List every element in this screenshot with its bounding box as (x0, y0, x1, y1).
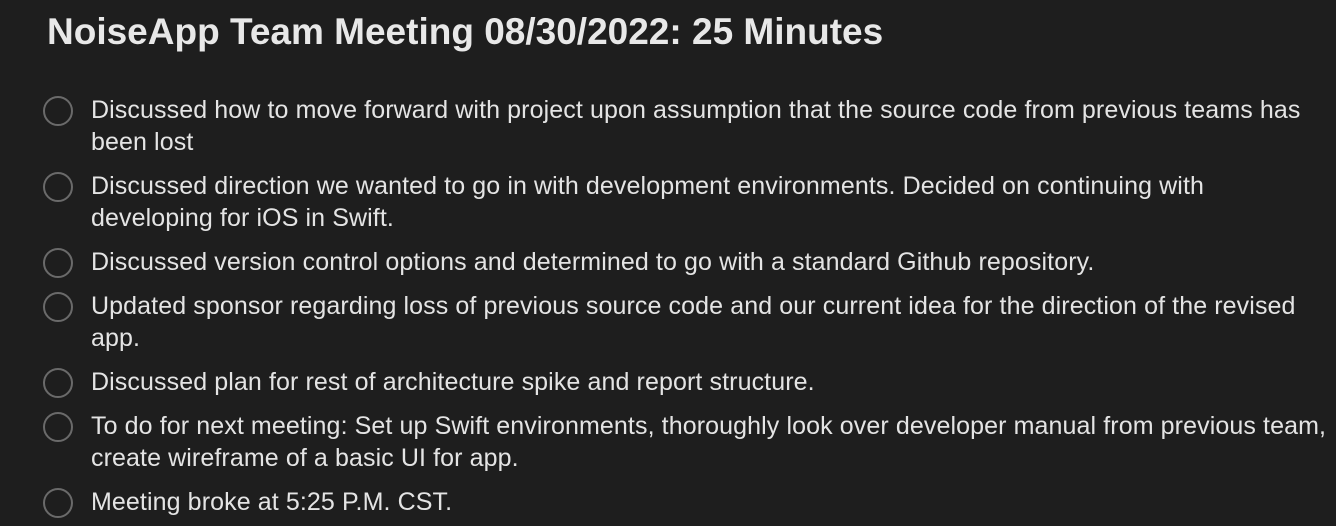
checkbox-circle-icon[interactable] (43, 368, 73, 398)
checkbox-circle-icon[interactable] (43, 292, 73, 322)
checklist-item-text[interactable]: To do for next meeting: Set up Swift env… (91, 410, 1332, 474)
checkbox-circle-icon[interactable] (43, 248, 73, 278)
checklist-item-text[interactable]: Discussed plan for rest of architecture … (91, 366, 1332, 398)
checklist-item-text[interactable]: Discussed version control options and de… (91, 246, 1332, 278)
checklist-item-text[interactable]: Meeting broke at 5:25 P.M. CST. (91, 486, 1332, 518)
checkbox-circle-icon[interactable] (43, 412, 73, 442)
checklist-item-text[interactable]: Updated sponsor regarding loss of previo… (91, 290, 1332, 354)
note-title[interactable]: NoiseApp Team Meeting 08/30/2022: 25 Min… (47, 9, 883, 55)
checkbox-circle-icon[interactable] (43, 96, 73, 126)
checklist-item-text[interactable]: Discussed direction we wanted to go in w… (91, 170, 1332, 234)
checkbox-circle-icon[interactable] (43, 172, 73, 202)
checkbox-circle-icon[interactable] (43, 488, 73, 518)
checklist-item-text[interactable]: Discussed how to move forward with proje… (91, 94, 1332, 158)
